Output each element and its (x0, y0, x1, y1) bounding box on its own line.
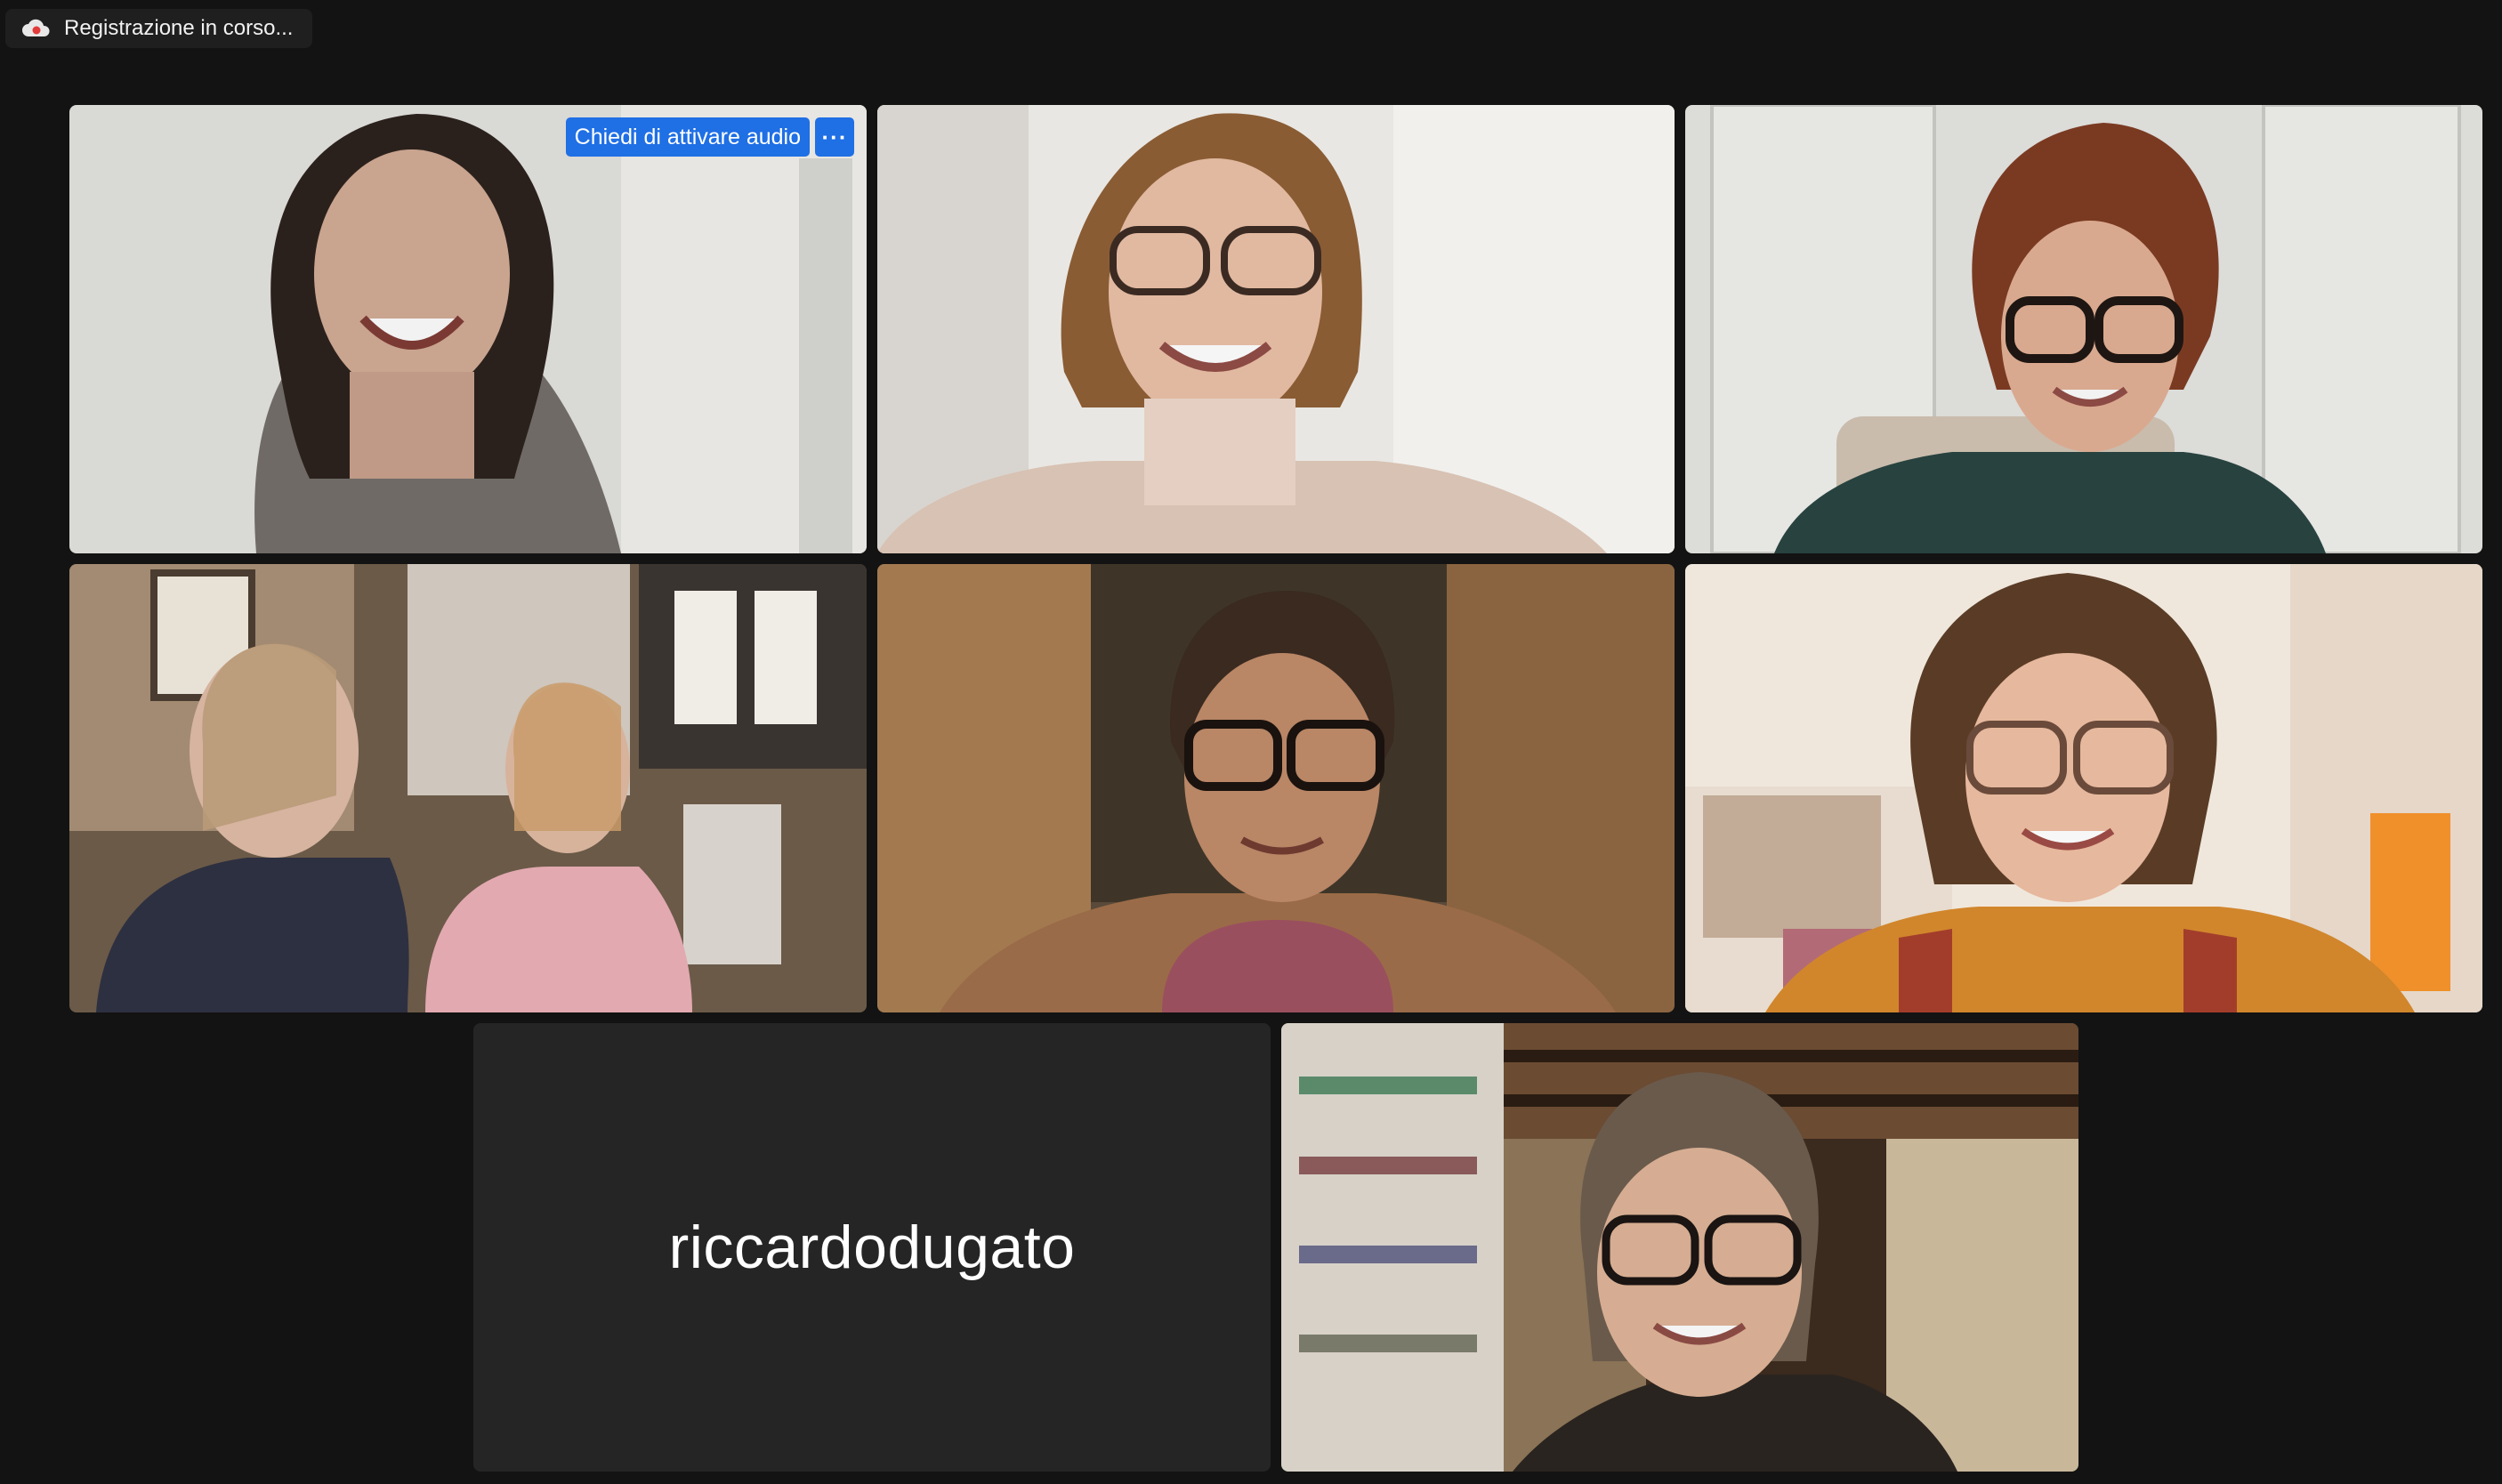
participant-4-video (69, 564, 867, 1012)
recording-indicator[interactable]: Registrazione in corso... (5, 9, 313, 48)
recording-label: Registrazione in corso... (64, 16, 294, 40)
video-tile-participant-3[interactable] (1685, 105, 2482, 553)
video-tile-participant-2[interactable] (877, 105, 1675, 553)
participant-6-video (1685, 564, 2482, 1012)
ask-unmute-button[interactable]: Chiedi di attivare audio (565, 117, 810, 157)
video-tile-participant-8-active-speaker[interactable] (1281, 1023, 2078, 1472)
audio-request-controls: Chiedi di attivare audio ··· (565, 117, 854, 157)
meeting-window: Registrazione in corso... Chiedi di atti… (0, 0, 2502, 1484)
participant-name: riccardodugato (668, 1214, 1076, 1281)
more-options-button[interactable]: ··· (815, 117, 854, 157)
video-tile-participant-4[interactable] (69, 564, 867, 1012)
video-tile-participant-1[interactable]: Chiedi di attivare audio ··· (69, 105, 867, 553)
name-tile-participant-7[interactable]: riccardodugato (473, 1023, 1271, 1472)
video-tile-participant-5[interactable] (877, 564, 1675, 1012)
cloud-recording-icon (21, 18, 52, 39)
participant-2-video (877, 105, 1675, 553)
participant-1-video (69, 105, 867, 553)
participant-8-video (1281, 1023, 2078, 1472)
participant-5-video (877, 564, 1675, 1012)
video-tile-participant-6[interactable] (1685, 564, 2482, 1012)
participant-3-video (1685, 105, 2482, 553)
